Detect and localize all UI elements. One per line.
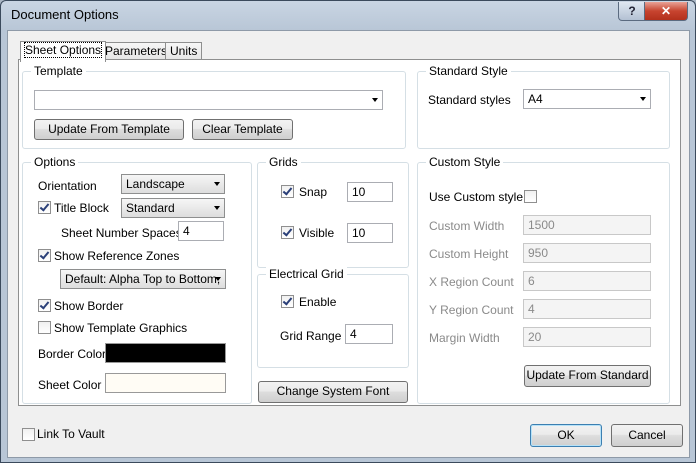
link-to-vault-checkbox[interactable] (22, 428, 35, 441)
update-from-standard-button[interactable]: Update From Standard (524, 365, 651, 387)
standard-styles-select[interactable]: A4 (523, 89, 651, 109)
x-region-count-label: X Region Count (429, 275, 514, 289)
change-system-font-button[interactable]: Change System Font (258, 381, 408, 403)
show-template-graphics-label: Show Template Graphics (54, 321, 188, 335)
visible-checkbox[interactable] (281, 226, 294, 239)
sheet-number-spaces-input[interactable]: 4 (178, 221, 224, 241)
use-custom-style-checkbox[interactable] (524, 190, 537, 203)
custom-width-input[interactable]: 1500 (523, 215, 651, 235)
tab-sheet-options[interactable]: Sheet Options (20, 41, 107, 62)
sheet-color-swatch[interactable] (105, 373, 226, 393)
grids-group: Grids Snap 10 Visible 10 (257, 155, 409, 268)
chevron-down-icon (640, 97, 646, 101)
standard-styles-label: Standard styles (428, 93, 511, 107)
custom-width-label: Custom Width (429, 219, 505, 233)
sheet-color-label: Sheet Color (38, 378, 102, 392)
y-region-count-input[interactable]: 4 (523, 299, 651, 319)
chevron-down-icon (214, 182, 220, 186)
close-button[interactable]: ✕ (644, 2, 688, 21)
enable-label: Enable (299, 295, 337, 309)
show-template-graphics-checkbox[interactable] (38, 321, 51, 334)
orientation-select[interactable]: Landscape (121, 174, 225, 194)
grid-range-label: Grid Range (280, 329, 342, 343)
show-border-label: Show Border (54, 299, 124, 313)
template-group: Template Update From Template Clear Temp… (22, 64, 406, 149)
update-from-template-button[interactable]: Update From Template (34, 119, 184, 140)
window-title: Document Options (11, 7, 119, 22)
chevron-down-icon (372, 98, 378, 102)
sheet-number-spaces-label: Sheet Number Spaces (61, 226, 182, 240)
grid-range-input[interactable]: 4 (345, 324, 393, 344)
title-block-select[interactable]: Standard (121, 198, 225, 218)
standard-style-group-label: Standard Style (426, 64, 511, 78)
show-border-checkbox[interactable] (38, 299, 51, 312)
border-color-swatch[interactable] (105, 343, 226, 363)
reference-zones-select[interactable]: Default: Alpha Top to Bottom, (60, 269, 226, 289)
title-block-label: Title Block (54, 201, 109, 215)
enable-checkbox[interactable] (281, 295, 294, 308)
margin-width-input[interactable]: 20 (523, 327, 651, 347)
electrical-grid-group: Electrical Grid Enable Grid Range 4 (257, 267, 409, 368)
snap-checkbox[interactable] (281, 185, 294, 198)
link-to-vault-label: Link To Vault (37, 427, 105, 441)
help-button[interactable]: ? (618, 2, 646, 21)
options-group: Options Orientation Landscape Title Bloc… (22, 155, 252, 404)
document-options-dialog: Document Options ? ✕ Sheet Options Param… (0, 0, 696, 463)
title-block-checkbox[interactable] (38, 201, 51, 214)
sheet-options-panel: Template Update From Template Clear Temp… (18, 59, 681, 406)
custom-height-input[interactable]: 950 (523, 243, 651, 263)
electrical-grid-group-label: Electrical Grid (266, 267, 347, 281)
show-reference-zones-checkbox[interactable] (38, 249, 51, 262)
snap-input[interactable]: 10 (347, 182, 393, 202)
custom-style-group-label: Custom Style (426, 155, 504, 169)
clear-template-button[interactable]: Clear Template (192, 119, 293, 140)
x-region-count-input[interactable]: 6 (523, 271, 651, 291)
template-select[interactable] (34, 90, 383, 110)
margin-width-label: Margin Width (429, 331, 500, 345)
show-reference-zones-label: Show Reference Zones (54, 249, 180, 263)
dialog-client-area: Sheet Options Parameters Units Template … (7, 30, 690, 458)
cancel-button[interactable]: Cancel (611, 424, 683, 447)
ok-button[interactable]: OK (530, 424, 602, 447)
border-color-label: Border Color (38, 347, 107, 361)
y-region-count-label: Y Region Count (429, 303, 514, 317)
snap-label: Snap (299, 185, 328, 199)
standard-style-group: Standard Style Standard styles A4 (417, 64, 670, 149)
grids-group-label: Grids (266, 155, 301, 169)
orientation-label: Orientation (38, 179, 97, 193)
visible-input[interactable]: 10 (347, 223, 393, 243)
template-group-label: Template (31, 64, 86, 78)
options-group-label: Options (31, 155, 79, 169)
chevron-down-icon (214, 206, 220, 210)
chevron-down-icon (215, 277, 221, 281)
visible-label: Visible (299, 226, 335, 240)
custom-style-group: Custom Style Use Custom style Custom Wid… (417, 155, 670, 404)
custom-height-label: Custom Height (429, 247, 509, 261)
title-bar[interactable]: Document Options ? ✕ (1, 1, 695, 29)
use-custom-style-label: Use Custom style (429, 190, 524, 204)
